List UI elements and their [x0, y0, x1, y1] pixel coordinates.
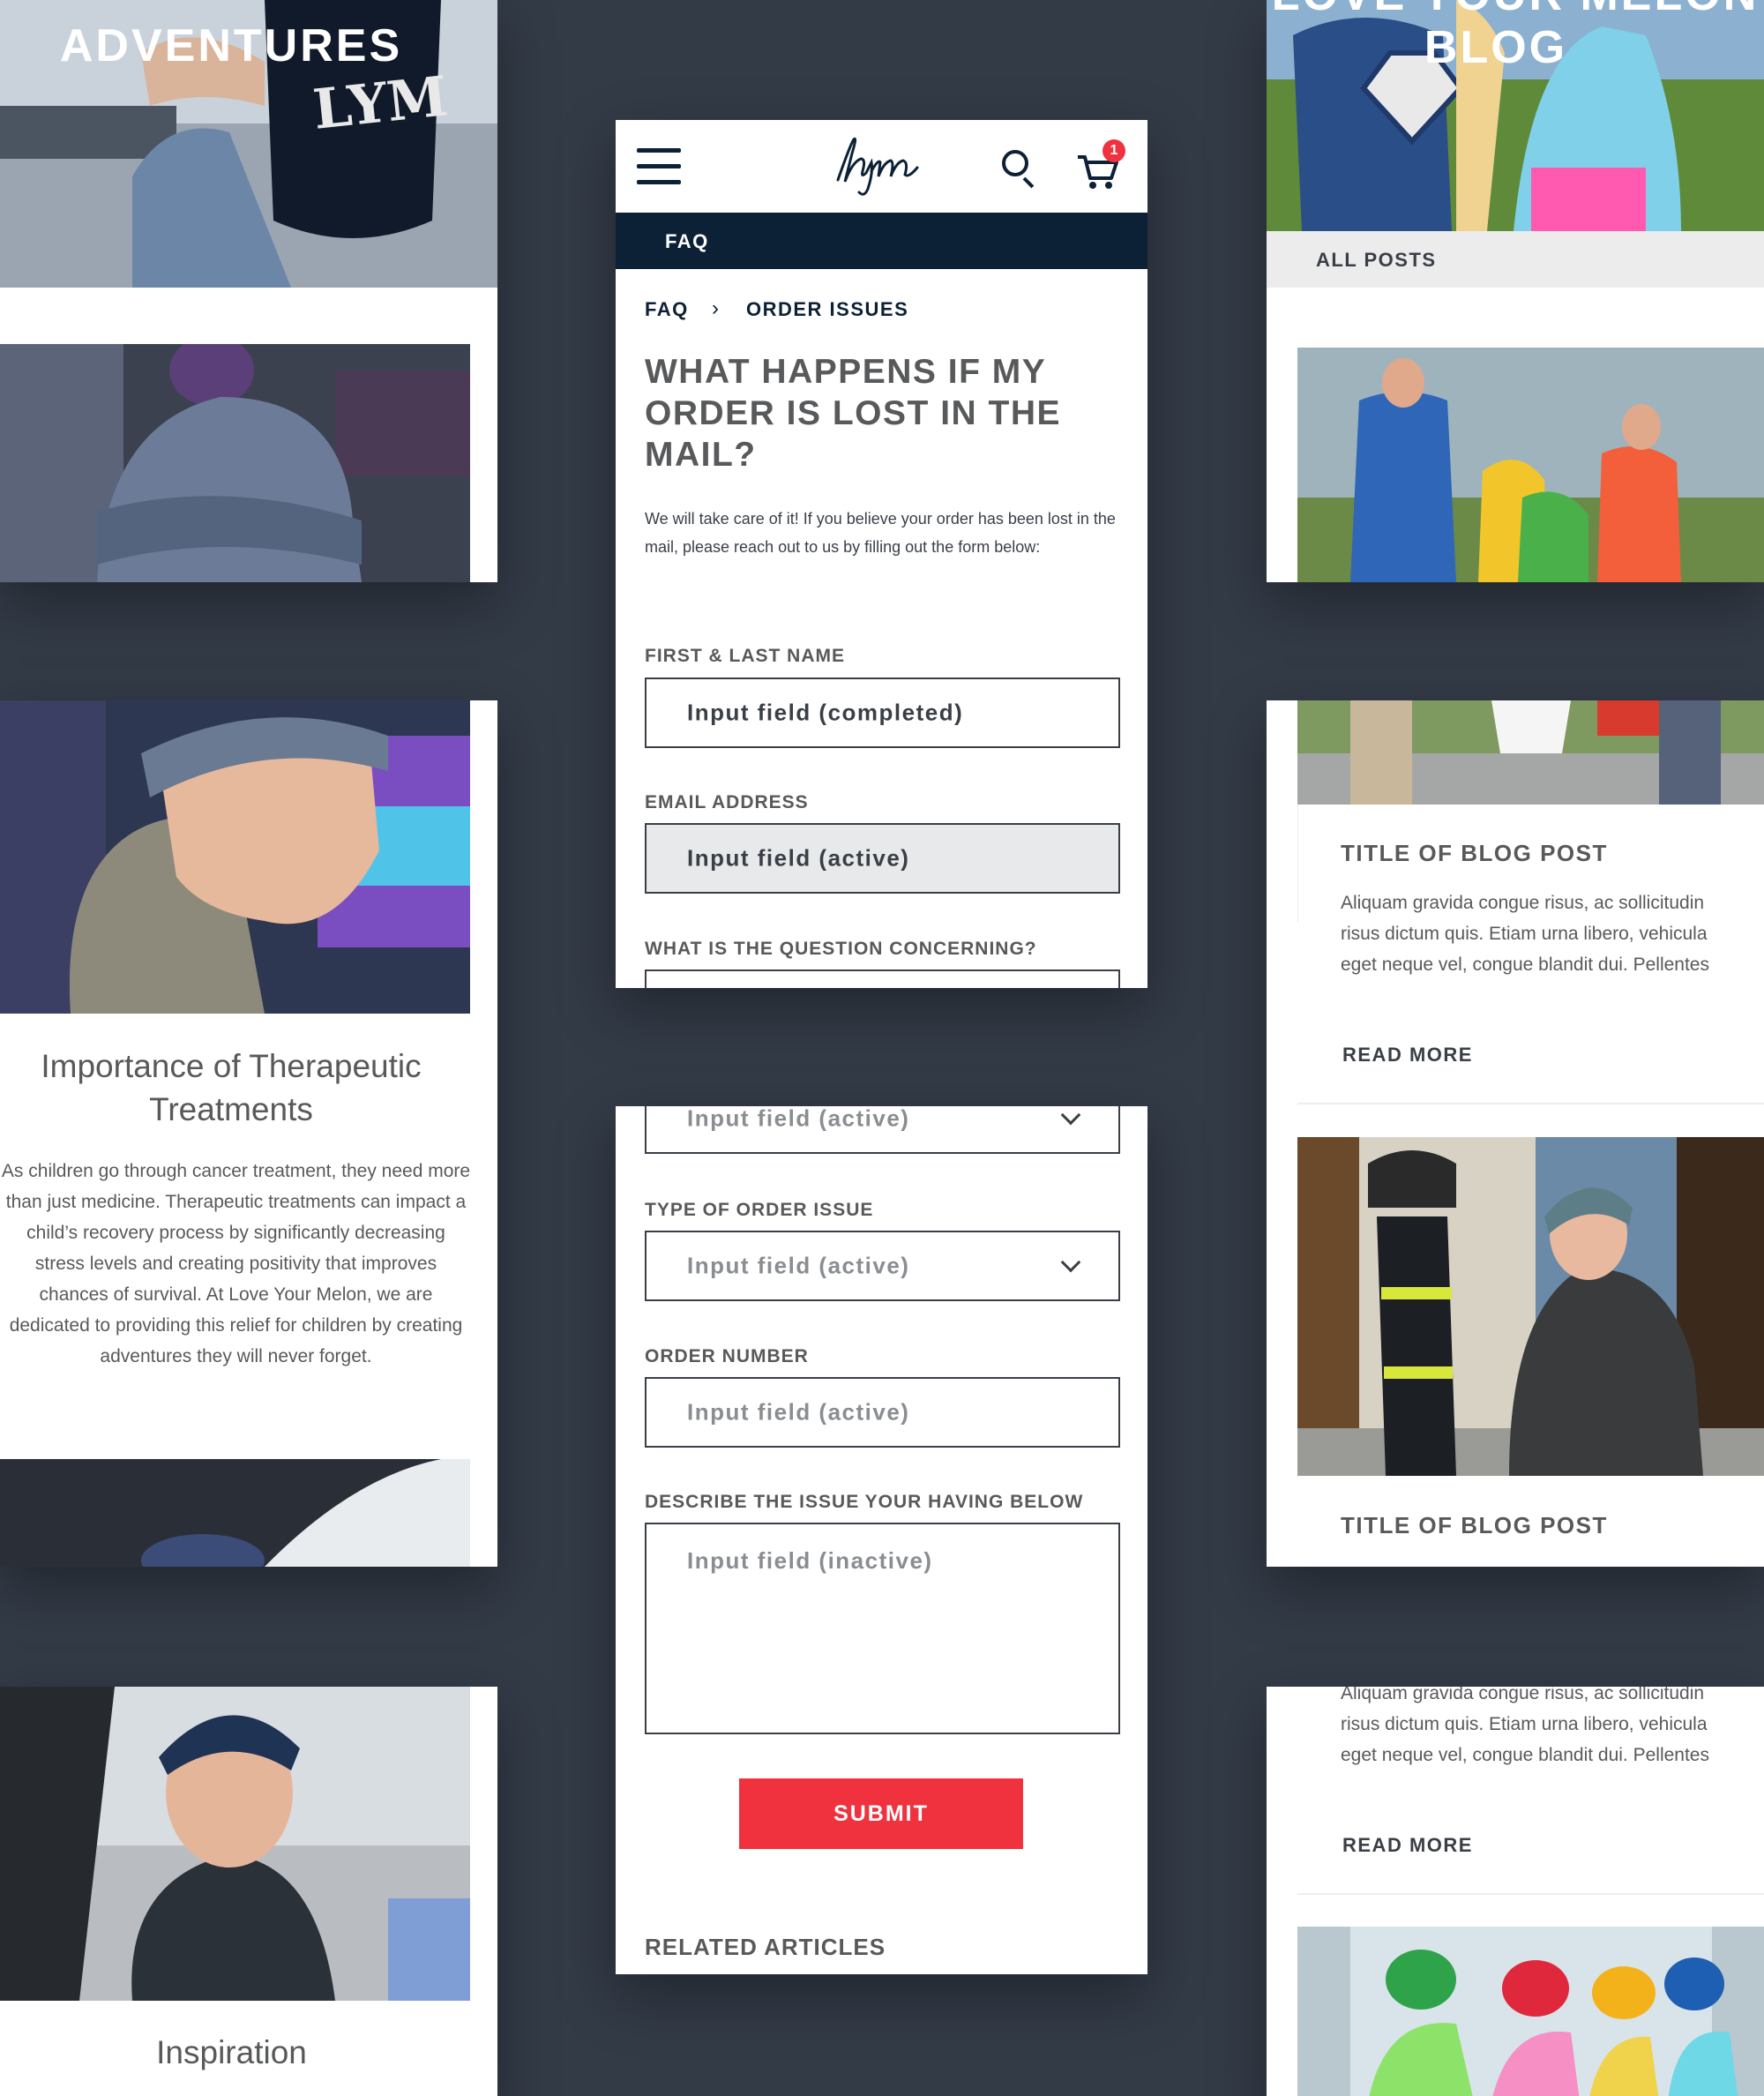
breadcrumb: FAQ › ORDER ISSUES [645, 296, 1121, 325]
hamburger-menu-icon[interactable] [637, 148, 681, 185]
chevron-down-icon [1060, 1106, 1081, 1126]
helicopter-window-photo [0, 1459, 470, 1567]
article-title: Importance of Therapeutic Treatments [41, 1048, 422, 1127]
breadcrumb-chevron-icon: › [712, 296, 719, 320]
nav-bar: FAQ [616, 213, 1147, 269]
concern-select-top[interactable] [645, 969, 1120, 988]
blog-post-card-1: TITLE OF BLOG POST Aliquam gravida congu… [1267, 700, 1764, 1567]
blog-post-2-body: Aliquam gravida congue risus, ac sollici… [1341, 1687, 1709, 1765]
lym-logo[interactable] [834, 136, 923, 199]
breadcrumb-faq[interactable]: FAQ [645, 298, 689, 321]
describe-textarea[interactable]: Input field (inactive) [645, 1523, 1120, 1734]
blog-post-1-read-more[interactable]: READ MORE [1342, 1044, 1473, 1067]
superhero-family-photo [1297, 348, 1764, 582]
blog-card-separator [1297, 1893, 1764, 1895]
concern-select[interactable]: Input field (active) [645, 1106, 1120, 1154]
submit-button[interactable]: SUBMIT [739, 1778, 1023, 1849]
faq-screen-top: 1 FAQ FAQ › ORDER ISSUES WHAT HAPPENS IF… [616, 120, 1147, 988]
intro-text: We will take care of it! If you believe … [645, 510, 1116, 556]
all-posts-link[interactable]: ALL POSTS [1316, 249, 1437, 272]
nav-label-faq[interactable]: FAQ [665, 230, 709, 253]
blog-post-1-body: Aliquam gravida congue risus, ac sollici… [1341, 893, 1709, 975]
email-field[interactable]: Input field (active) [645, 823, 1120, 894]
blog-post-1-title[interactable]: TITLE OF BLOG POST [1341, 840, 1608, 867]
boy-concert-photo [0, 700, 470, 1014]
describe-label: DESCRIBE THE ISSUE YOUR HAVING BELOW [645, 1492, 1084, 1512]
family-legs-photo [1297, 700, 1764, 805]
blog-header-card: LOVE YOUR MELON BLOG ALL POSTS [1267, 0, 1764, 582]
beanie-child-photo [0, 344, 470, 582]
name-field[interactable]: Input field (completed) [645, 677, 1120, 748]
email-label: EMAIL ADDRESS [645, 792, 809, 812]
cart-count-badge: 1 [1102, 139, 1125, 162]
blog-title-top: LOVE YOUR MELON [1267, 0, 1764, 21]
inspiration-title: Inspiration [156, 2034, 307, 2070]
order-number-field[interactable]: Input field (active) [645, 1377, 1120, 1448]
breadcrumb-order-issues[interactable]: ORDER ISSUES [746, 298, 908, 321]
colorful-hats-photo [1297, 1927, 1764, 2096]
all-posts-bar: ALL POSTS [1267, 231, 1764, 288]
concern-label: WHAT IS THE QUESTION CONCERNING? [645, 939, 1037, 959]
firefighter-child-photo [1297, 1137, 1764, 1476]
type-label: TYPE OF ORDER ISSUE [645, 1200, 874, 1220]
blog-post-2-read-more[interactable]: READ MORE [1342, 1834, 1473, 1857]
inspiration-card: Inspiration [0, 1687, 497, 2096]
adventures-card: ADVENTURES LYM [0, 0, 497, 582]
chevron-down-icon [1060, 1252, 1081, 1273]
page-heading: WHAT HAPPENS IF MY ORDER IS LOST IN THE … [645, 353, 1062, 474]
helicopter-pilot-photo [0, 1687, 470, 2001]
faq-screen-bottom: Input field (active) TYPE OF ORDER ISSUE… [616, 1106, 1147, 1974]
article-body: As children go through cancer treatment,… [1, 1161, 471, 1366]
type-select[interactable]: Input field (active) [645, 1231, 1120, 1301]
blog-card-separator [1297, 1103, 1764, 1104]
adventures-title: ADVENTURES [59, 20, 403, 71]
blog-post-2-title[interactable]: TITLE OF BLOG POST [1341, 1512, 1608, 1539]
search-icon[interactable] [1002, 150, 1037, 189]
therapeutic-article-card: Importance of Therapeutic Treatments As … [0, 700, 497, 1567]
blog-post-card-2: Aliquam gravida congue risus, ac sollici… [1267, 1687, 1764, 2096]
cart-icon[interactable]: 1 [1076, 139, 1125, 191]
related-articles-heading: RELATED ARTICLES [645, 1934, 886, 1960]
blog-title: BLOG [1424, 22, 1568, 73]
name-label: FIRST & LAST NAME [645, 646, 845, 666]
header-bar: 1 [616, 120, 1147, 213]
order-number-label: ORDER NUMBER [645, 1346, 809, 1366]
